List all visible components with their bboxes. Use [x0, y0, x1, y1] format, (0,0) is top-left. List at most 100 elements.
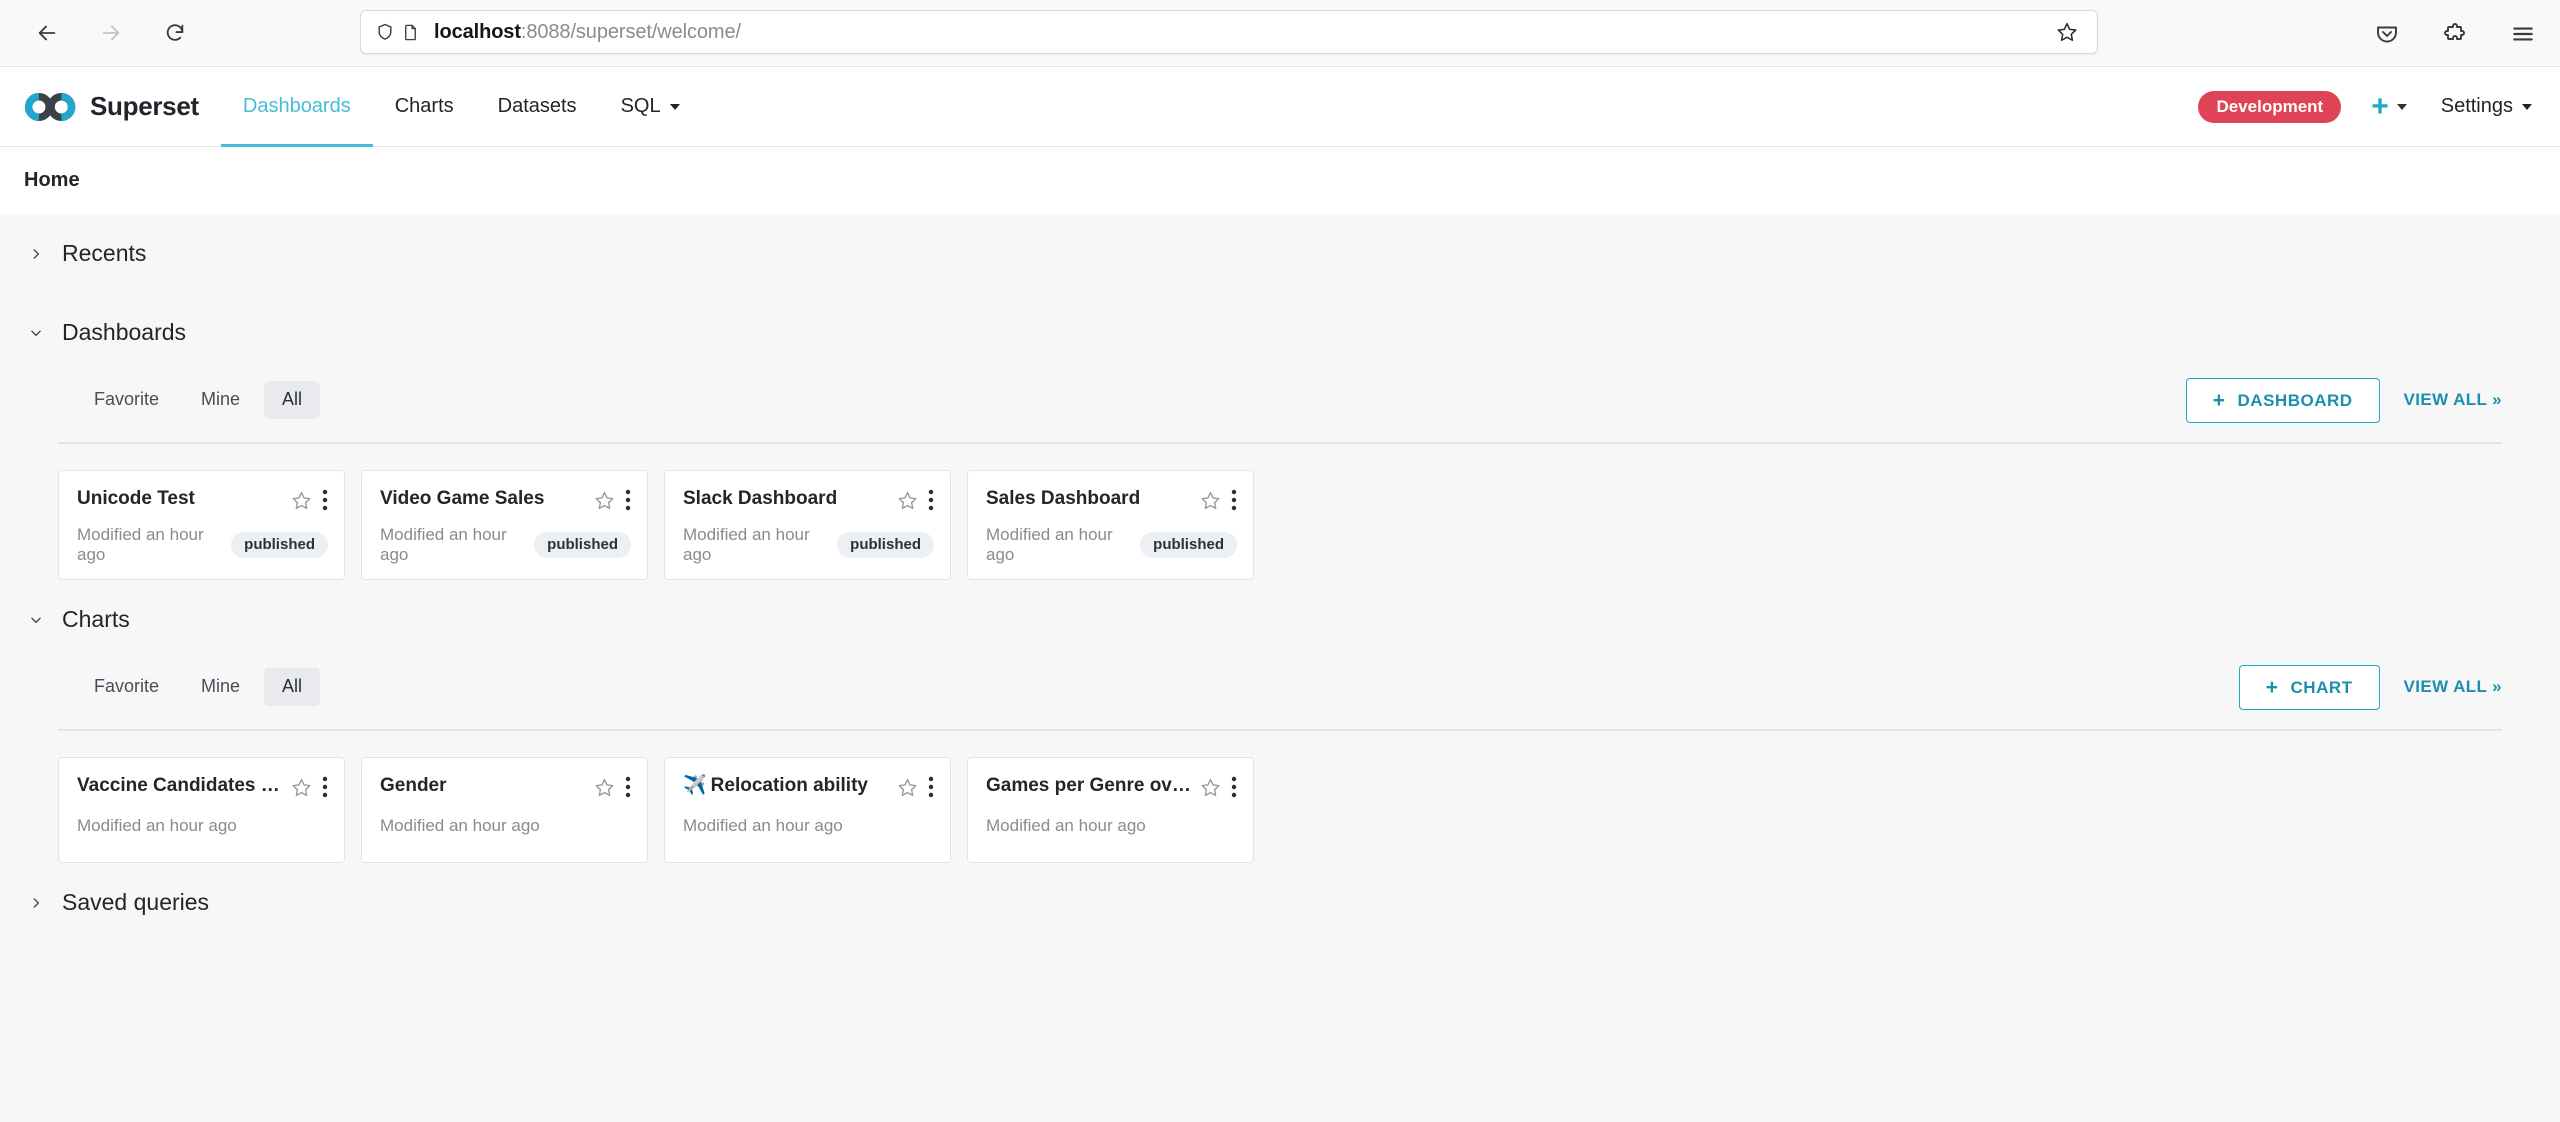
dashboard-card-title: Video Game Sales	[380, 488, 545, 509]
tab-charts-favorite[interactable]: Favorite	[76, 668, 177, 706]
chart-card-title: Games per Genre over time	[986, 774, 1200, 798]
dashboard-card[interactable]: Video Game Sales Modified an hour ago pu…	[361, 470, 648, 580]
section-header-dashboards[interactable]: Dashboards	[0, 293, 2560, 372]
chart-card[interactable]: Gender Modified an hour ago	[361, 757, 648, 863]
section-header-charts[interactable]: Charts	[0, 580, 2560, 659]
plus-icon: +	[2265, 675, 2279, 699]
forward-icon[interactable]	[94, 16, 128, 50]
nav-link-datasets[interactable]: Datasets	[476, 67, 599, 147]
chevron-down-icon	[669, 103, 680, 110]
chart-card[interactable]: Vaccine Candidates per C… Modified an ho…	[58, 757, 345, 863]
chevron-right-icon	[28, 246, 44, 262]
browser-toolbar: localhost:8088/superset/welcome/	[0, 0, 2560, 67]
charts-filter-tabs: Favorite Mine All	[76, 668, 321, 706]
reload-icon[interactable]	[158, 16, 192, 50]
page-title: Home	[24, 169, 80, 191]
nav-link-charts[interactable]: Charts	[373, 67, 476, 147]
favorite-star-icon[interactable]	[291, 777, 312, 798]
section-body-charts: Favorite Mine All + CHART VIEW ALL » Vac…	[0, 659, 2560, 863]
superset-brand[interactable]: Superset	[24, 91, 199, 122]
card-overflow-menu-icon[interactable]	[322, 489, 328, 511]
chart-card-name: Games per Genre over time	[986, 775, 1200, 796]
browser-nav-buttons	[30, 16, 192, 50]
settings-menu[interactable]: Settings	[2441, 95, 2532, 118]
status-badge: published	[837, 532, 934, 558]
tab-charts-all[interactable]: All	[264, 668, 321, 706]
card-overflow-menu-icon[interactable]	[625, 489, 631, 511]
extensions-icon[interactable]	[2438, 17, 2472, 51]
card-overflow-menu-icon[interactable]	[928, 776, 934, 798]
dashboard-card[interactable]: Unicode Test Modified an hour ago publis…	[58, 470, 345, 580]
favorite-star-icon[interactable]	[594, 777, 615, 798]
new-chart-button[interactable]: + CHART	[2238, 664, 2380, 710]
navbar-links: Dashboards Charts Datasets SQL	[220, 67, 702, 147]
card-overflow-menu-icon[interactable]	[928, 489, 934, 511]
view-all-dashboards-link[interactable]: VIEW ALL »	[2404, 390, 2502, 410]
favorite-star-icon[interactable]	[1200, 777, 1221, 798]
nav-link-sql[interactable]: SQL	[599, 67, 702, 147]
address-bar[interactable]: localhost:8088/superset/welcome/	[360, 10, 2098, 54]
section-title-dashboards: Dashboards	[62, 319, 187, 345]
chevron-down-icon	[2396, 103, 2407, 110]
page-info-icon[interactable]	[401, 23, 420, 42]
dashboard-card[interactable]: Sales Dashboard Modified an hour ago pub…	[967, 470, 1254, 580]
home-content: Recents Dashboards Favorite Mine All + D…	[0, 214, 2560, 942]
settings-label: Settings	[2440, 95, 2513, 117]
tab-charts-mine[interactable]: Mine	[183, 668, 258, 706]
favorite-star-icon[interactable]	[291, 490, 312, 511]
pocket-icon[interactable]	[2370, 17, 2404, 51]
view-all-charts-link[interactable]: VIEW ALL »	[2404, 677, 2502, 697]
tab-dashboards-all[interactable]: All	[264, 381, 321, 419]
hamburger-menu-icon[interactable]	[2506, 17, 2540, 51]
page-header: Home	[0, 147, 2560, 214]
back-icon[interactable]	[30, 16, 64, 50]
superset-navbar: Superset Dashboards Charts Datasets SQL …	[0, 67, 2560, 147]
plus-icon: +	[2212, 388, 2226, 412]
dashboards-toolbar: Favorite Mine All + DASHBOARD VIEW ALL »	[58, 372, 2502, 428]
chart-card[interactable]: ✈️ Relocation ability Modified an hour ag…	[664, 757, 951, 863]
favorite-star-icon[interactable]	[594, 490, 615, 511]
environment-badge: Development	[2198, 90, 2342, 123]
card-overflow-menu-icon[interactable]	[1231, 776, 1237, 798]
new-item-menu[interactable]: +	[2371, 89, 2407, 123]
favorite-star-icon[interactable]	[897, 490, 918, 511]
section-header-recents[interactable]: Recents	[0, 214, 2560, 293]
dashboard-card[interactable]: Slack Dashboard Modified an hour ago pub…	[664, 470, 951, 580]
section-header-saved-queries[interactable]: Saved queries	[0, 863, 2560, 942]
chevron-down-icon	[2522, 103, 2532, 110]
url-path: :8088/superset/welcome/	[520, 20, 741, 43]
dashboard-card-modified: Modified an hour ago	[986, 525, 1113, 564]
nav-link-dashboards-label: Dashboards	[242, 95, 351, 117]
dashboard-card-modified: Modified an hour ago	[77, 525, 204, 564]
browser-toolbar-right	[2370, 0, 2540, 67]
chart-card-name: Vaccine Candidates per C…	[77, 775, 291, 796]
tab-dashboards-favorite[interactable]: Favorite	[76, 381, 177, 419]
dashboard-card-modified: Modified an hour ago	[683, 525, 810, 564]
url-host: localhost	[434, 20, 521, 43]
shield-icon[interactable]	[375, 22, 395, 42]
favorite-star-icon[interactable]	[897, 777, 918, 798]
section-title-saved-queries: Saved queries	[62, 889, 210, 915]
chart-card-title: Gender	[380, 774, 594, 798]
chevron-right-icon	[28, 895, 44, 911]
new-dashboard-button[interactable]: + DASHBOARD	[2185, 377, 2380, 423]
charts-toolbar: Favorite Mine All + CHART VIEW ALL »	[58, 659, 2502, 715]
chart-card[interactable]: Games per Genre over time Modified an ho…	[967, 757, 1254, 863]
section-title-charts: Charts	[62, 606, 130, 632]
dashboard-card-title: Sales Dashboard	[986, 488, 1141, 509]
favorite-star-icon[interactable]	[1200, 490, 1221, 511]
chart-card-name: Gender	[380, 775, 447, 796]
tab-dashboards-mine[interactable]: Mine	[183, 381, 258, 419]
status-badge: published	[231, 532, 328, 558]
nav-link-dashboards[interactable]: Dashboards	[220, 67, 373, 147]
section-body-dashboards: Favorite Mine All + DASHBOARD VIEW ALL »…	[0, 372, 2560, 580]
plus-icon: +	[2371, 89, 2389, 123]
new-chart-label: CHART	[2290, 677, 2353, 697]
card-overflow-menu-icon[interactable]	[625, 776, 631, 798]
bookmark-star-icon[interactable]	[2051, 16, 2083, 48]
card-overflow-menu-icon[interactable]	[1231, 489, 1237, 511]
dashboards-card-list: Unicode Test Modified an hour ago publis…	[58, 444, 2502, 580]
card-overflow-menu-icon[interactable]	[322, 776, 328, 798]
dashboards-actions: + DASHBOARD VIEW ALL »	[2185, 377, 2502, 423]
charts-card-list: Vaccine Candidates per C… Modified an ho…	[58, 731, 2502, 863]
